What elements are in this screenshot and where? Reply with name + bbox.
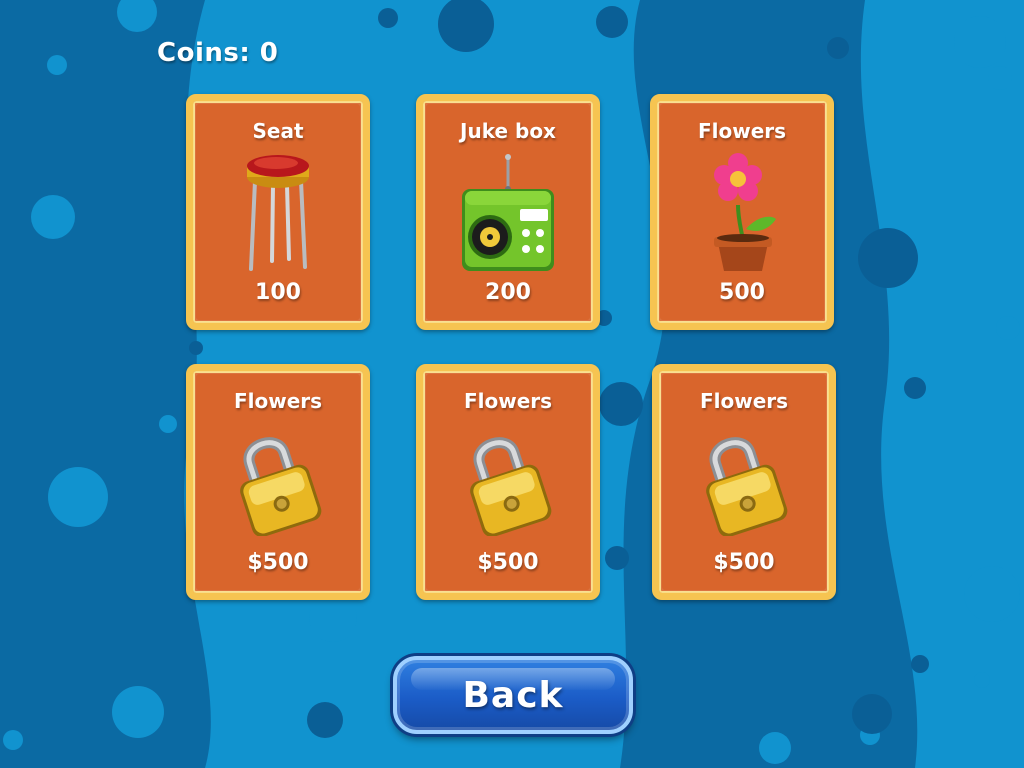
item-price: 200 xyxy=(485,280,531,305)
shop-item-flowers[interactable]: Flowers 500 xyxy=(650,94,834,330)
back-button-label: Back xyxy=(462,674,564,716)
item-title: Flowers xyxy=(697,119,787,143)
radio-icon xyxy=(423,145,593,277)
shop-item-locked[interactable]: Flowers $500 xyxy=(652,364,836,600)
item-title: Flowers xyxy=(699,389,789,413)
padlock-icon xyxy=(193,415,363,547)
item-title: Flowers xyxy=(233,389,323,413)
item-price: 100 xyxy=(255,280,301,305)
padlock-icon xyxy=(423,415,593,547)
item-price: $500 xyxy=(713,550,775,575)
stool-icon xyxy=(193,145,363,277)
item-title: Juke box xyxy=(460,119,556,143)
coins-counter: Coins: 0 xyxy=(157,38,279,68)
shop-item-seat[interactable]: Seat 100 xyxy=(186,94,370,330)
shop-item-locked[interactable]: Flowers $500 xyxy=(186,364,370,600)
item-title: Seat xyxy=(252,119,304,143)
flower-pot-icon xyxy=(657,145,827,277)
item-price: 500 xyxy=(719,280,765,305)
padlock-icon xyxy=(659,415,829,547)
item-title: Flowers xyxy=(463,389,553,413)
back-button[interactable]: Back xyxy=(393,656,633,734)
shop-item-juke-box[interactable]: Juke box 200 xyxy=(416,94,600,330)
item-price: $500 xyxy=(477,550,539,575)
shop-item-locked[interactable]: Flowers $500 xyxy=(416,364,600,600)
item-price: $500 xyxy=(247,550,309,575)
